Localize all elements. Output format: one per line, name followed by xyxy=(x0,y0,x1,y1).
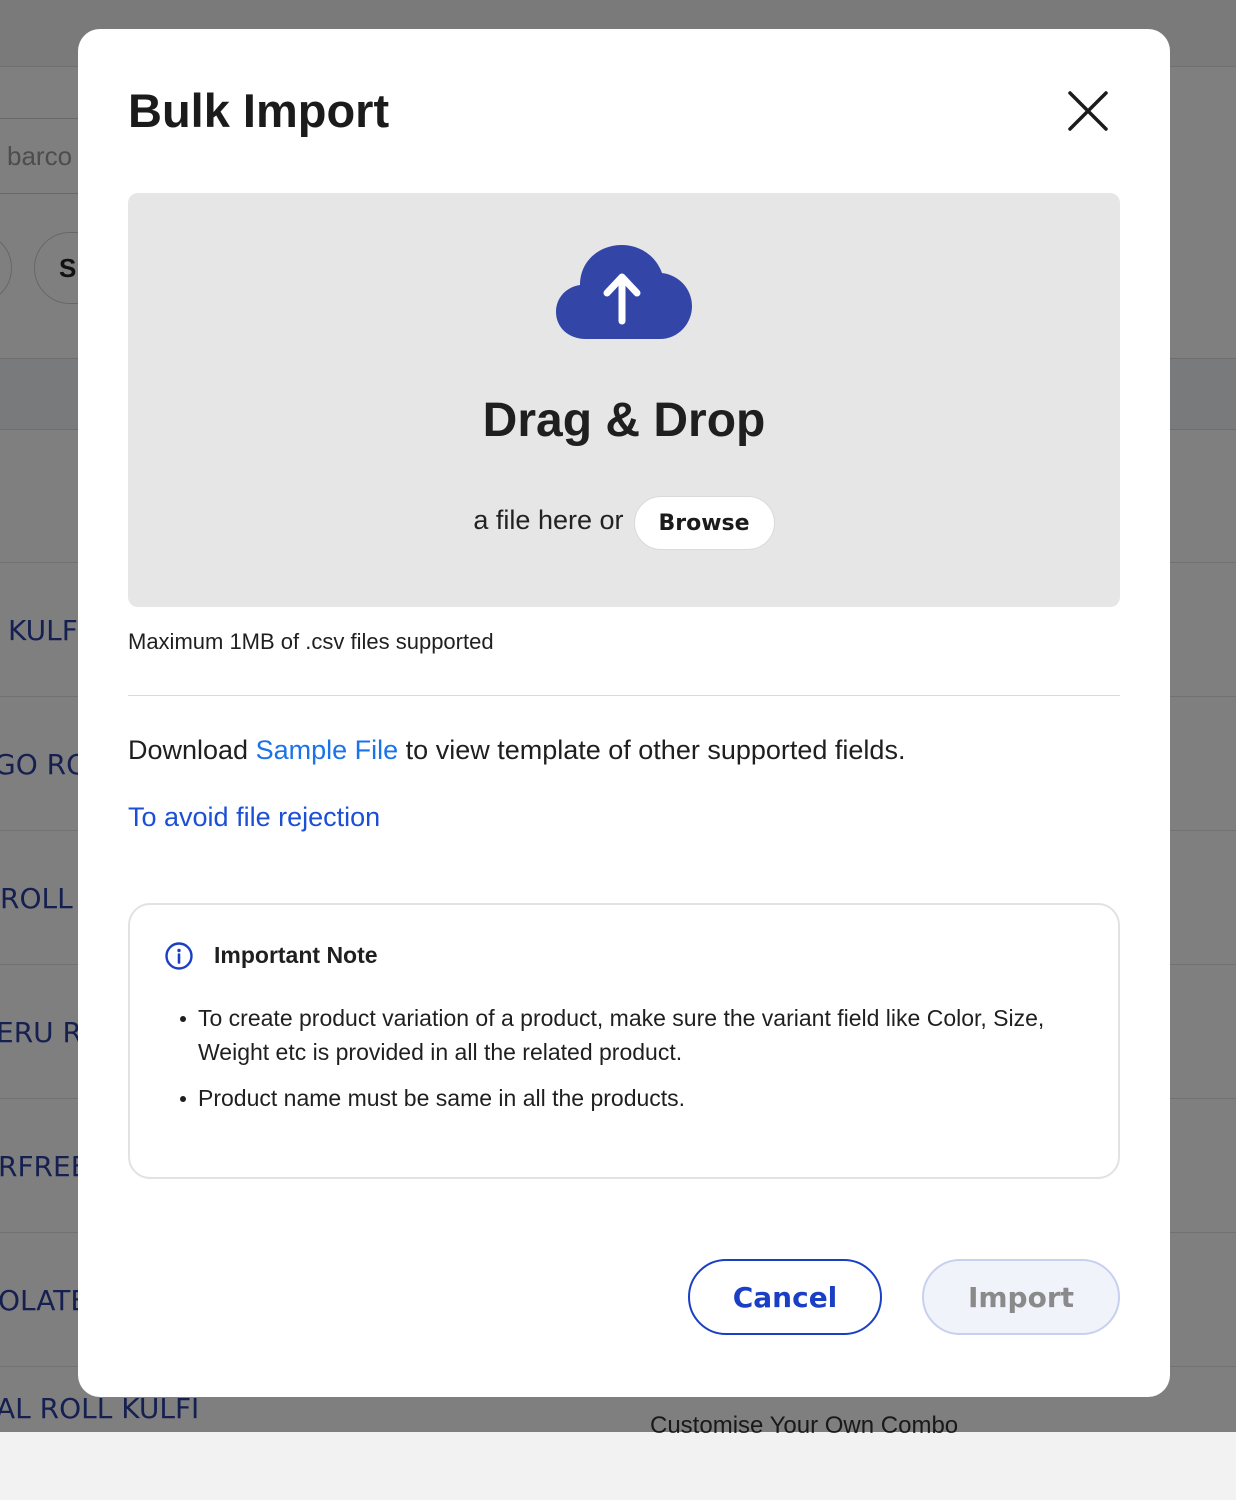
download-sample-text: Download Sample File to view template of… xyxy=(128,735,905,766)
file-dropzone[interactable]: Drag & Drop a file here or Browse xyxy=(128,193,1120,607)
browse-button[interactable]: Browse xyxy=(633,496,775,550)
sample-file-link[interactable]: Sample File xyxy=(256,735,399,765)
download-prefix: Download xyxy=(128,735,249,765)
dropzone-title: Drag & Drop xyxy=(482,394,766,447)
dropzone-subtitle-row: a file here or Browse xyxy=(128,495,1120,551)
important-note-title: Important Note xyxy=(214,942,378,968)
list-item: Product name must be same in all the pro… xyxy=(180,1081,1098,1115)
modal-title: Bulk Import xyxy=(128,84,390,137)
avoid-rejection-link[interactable]: To avoid file rejection xyxy=(128,802,380,833)
cancel-button[interactable]: Cancel xyxy=(688,1259,882,1335)
dropzone-subtitle: a file here or xyxy=(473,504,624,535)
close-icon xyxy=(1068,91,1108,131)
divider xyxy=(128,695,1120,696)
import-button[interactable]: Import xyxy=(922,1259,1120,1335)
close-button[interactable] xyxy=(1062,85,1114,137)
cloud-upload-icon xyxy=(556,245,692,339)
download-suffix: to view template of other supported fiel… xyxy=(405,735,906,765)
info-icon xyxy=(165,942,193,970)
file-size-note: Maximum 1MB of .csv files supported xyxy=(128,629,494,654)
important-note-box: Important Note To create product variati… xyxy=(128,903,1120,1179)
bulk-import-modal: Bulk Import Drag & Drop a file here or B… xyxy=(78,29,1170,1397)
important-note-list: To create product variation of a product… xyxy=(180,1001,1098,1127)
list-item: To create product variation of a product… xyxy=(180,1001,1098,1069)
